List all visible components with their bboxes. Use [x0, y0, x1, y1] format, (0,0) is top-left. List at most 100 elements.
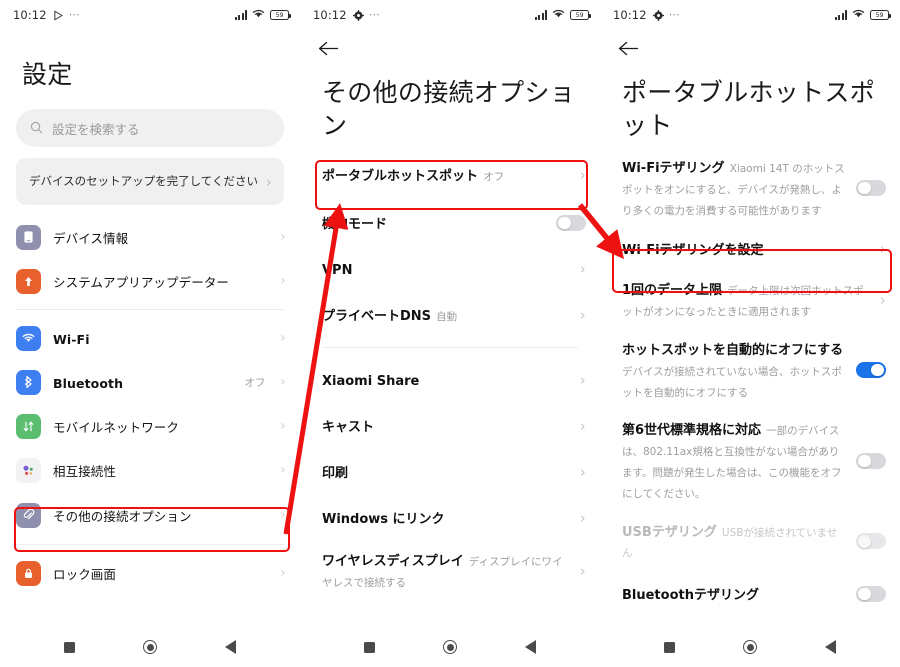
- gear-icon: [352, 9, 364, 21]
- settings-row-mobile-network[interactable]: モバイルネットワーク ›: [0, 404, 300, 448]
- settings-row-system-app-updater[interactable]: システムアプリアップデーター ›: [0, 259, 300, 303]
- row-label: Xiaomi Share: [322, 373, 420, 389]
- back-triangle-icon[interactable]: [525, 640, 536, 654]
- row-label: 機内モード: [322, 216, 388, 232]
- row-private-dns[interactable]: プライベートDNS 自動 ›: [300, 292, 600, 338]
- bluetooth-tethering-toggle[interactable]: [856, 586, 886, 603]
- chevron-right-icon: ›: [280, 565, 286, 581]
- settings-row-bluetooth[interactable]: Bluetooth オフ ›: [0, 360, 300, 404]
- row-wifi-tethering[interactable]: Wi-Fiテザリング Xiaomi 14T のホットスポットをオンにすると、デバ…: [600, 148, 900, 228]
- chevron-right-icon: ›: [280, 229, 286, 245]
- chevron-right-icon: ›: [580, 166, 586, 184]
- portable-hotspot-list: Wi-Fiテザリング Xiaomi 14T のホットスポットをオンにすると、デバ…: [600, 148, 900, 617]
- settings-row-value: オフ: [244, 376, 266, 389]
- interconnectivity-icon: [16, 457, 41, 483]
- chevron-right-icon: ›: [580, 371, 586, 389]
- settings-row-label: システムアプリアップデーター: [53, 274, 230, 290]
- row-one-time-data-limit[interactable]: 1回のデータ上限 データ上限は次回ホットスポットがオンになったときに適用されます…: [600, 270, 900, 330]
- settings-row-label: 相互接続性: [53, 463, 117, 479]
- row-label: 印刷: [322, 465, 349, 481]
- signal-bars-icon: [835, 10, 847, 20]
- row-label: VPN: [322, 262, 353, 278]
- wifi6-support-toggle[interactable]: [856, 452, 886, 469]
- wifi-tethering-toggle[interactable]: [856, 180, 886, 197]
- auto-turn-off-hotspot-toggle[interactable]: [856, 362, 886, 379]
- lock-screen-icon: [16, 560, 41, 586]
- wifi-icon: [252, 8, 265, 22]
- row-portable-hotspot[interactable]: ポータブルホットスポット オフ ›: [300, 150, 600, 200]
- row-cast[interactable]: キャスト ›: [300, 403, 600, 449]
- system-update-icon: [16, 268, 41, 294]
- mobile-network-icon: [16, 413, 41, 439]
- chevron-right-icon: ›: [580, 463, 586, 481]
- chevron-right-icon: ›: [580, 509, 586, 527]
- page-title: その他の接続オプション: [322, 78, 576, 140]
- settings-row-interconnectivity[interactable]: 相互接続性 ›: [0, 448, 300, 492]
- chevron-right-icon: ›: [880, 240, 886, 259]
- row-label: USBテザリング: [622, 524, 717, 540]
- row-configure-wifi-tethering[interactable]: Wi-Fiテザリングを設定 ›: [600, 228, 900, 270]
- usb-tethering-toggle: [856, 533, 886, 550]
- back-arrow-icon: [318, 40, 340, 62]
- chevron-right-icon: ›: [580, 417, 586, 435]
- row-link-to-windows[interactable]: Windows にリンク ›: [300, 495, 600, 541]
- row-label: 第6世代標準規格に対応: [622, 423, 762, 439]
- navigation-bar-panel3: [600, 627, 900, 667]
- recents-square-icon[interactable]: [64, 641, 75, 653]
- row-print[interactable]: 印刷 ›: [300, 449, 600, 495]
- row-label: ワイヤレスディスプレイ: [322, 554, 464, 569]
- row-label: Wi-Fiテザリングを設定: [622, 242, 764, 258]
- chevron-right-icon: ›: [880, 291, 886, 310]
- row-auto-turn-off-hotspot[interactable]: ホットスポットを自動的にオフにする デバイスが接続されていない場合、ホットスポッ…: [600, 330, 900, 410]
- settings-row-device-info[interactable]: デバイス情報 ›: [0, 215, 300, 259]
- settings-row-lock-screen[interactable]: ロック画面 ›: [0, 551, 300, 595]
- home-circle-icon[interactable]: [443, 640, 457, 654]
- row-wifi6-support[interactable]: 第6世代標準規格に対応 一部のデバイスは、802.11ax規格と互換性がない場合…: [600, 410, 900, 511]
- chevron-right-icon: ›: [266, 172, 272, 191]
- status-bar-panel3: 10:12 ⋯ 59: [600, 0, 900, 30]
- settings-row-more-connectivity[interactable]: その他の接続オプション ›: [0, 492, 300, 538]
- wifi-icon: [852, 8, 865, 22]
- back-button-panel2[interactable]: [300, 30, 600, 72]
- chevron-right-icon: ›: [280, 507, 286, 523]
- setup-device-label: デバイスのセットアップを完了してください: [29, 173, 258, 188]
- row-label: 1回のデータ上限: [622, 283, 723, 299]
- search-placeholder: 設定を検索する: [52, 121, 140, 137]
- status-bar-time: 10:12: [313, 8, 347, 22]
- row-bluetooth-tethering[interactable]: Bluetoothテザリング: [600, 571, 900, 617]
- home-circle-icon[interactable]: [743, 640, 757, 654]
- row-label: キャスト: [322, 419, 375, 435]
- row-airplane-mode[interactable]: 機内モード: [300, 200, 600, 246]
- gear-icon: [652, 9, 664, 21]
- back-triangle-icon[interactable]: [225, 640, 236, 654]
- list-divider: [16, 309, 284, 310]
- status-bar-panel1: 10:12 ⋯ 59: [0, 0, 300, 30]
- chevron-right-icon: ›: [280, 462, 286, 478]
- back-button-panel3[interactable]: [600, 30, 900, 72]
- row-vpn[interactable]: VPN ›: [300, 246, 600, 292]
- status-bar-time: 10:12: [613, 8, 647, 22]
- chevron-right-icon: ›: [280, 273, 286, 289]
- search-input[interactable]: 設定を検索する: [16, 109, 284, 147]
- home-circle-icon[interactable]: [143, 640, 157, 654]
- settings-row-wifi[interactable]: Wi-Fi ›: [0, 316, 300, 360]
- back-arrow-icon: [618, 40, 640, 62]
- wifi-icon: [552, 8, 565, 22]
- more-connectivity-icon: [16, 502, 41, 528]
- recents-square-icon[interactable]: [364, 641, 375, 653]
- settings-row-label: その他の接続オプション: [53, 508, 192, 524]
- signal-bars-icon: [235, 10, 247, 20]
- status-overflow-dots: ⋯: [68, 8, 80, 21]
- row-label: Windows にリンク: [322, 511, 445, 527]
- battery-level: 59: [875, 10, 884, 19]
- chevron-right-icon: ›: [580, 260, 586, 278]
- row-sublabel: 自動: [436, 310, 458, 323]
- back-triangle-icon[interactable]: [825, 640, 836, 654]
- settings-row-label: ロック画面: [53, 566, 117, 582]
- row-xiaomi-share[interactable]: Xiaomi Share ›: [300, 357, 600, 403]
- recents-square-icon[interactable]: [664, 641, 675, 653]
- more-connectivity-list: ポータブルホットスポット オフ › 機内モード VPN › プライベートDNS …: [300, 150, 600, 601]
- setup-device-card[interactable]: デバイスのセットアップを完了してください ›: [16, 158, 284, 205]
- airplane-mode-toggle[interactable]: [556, 215, 586, 231]
- row-wireless-display[interactable]: ワイヤレスディスプレイ ディスプレイにワイヤレスで接続する ›: [300, 541, 600, 601]
